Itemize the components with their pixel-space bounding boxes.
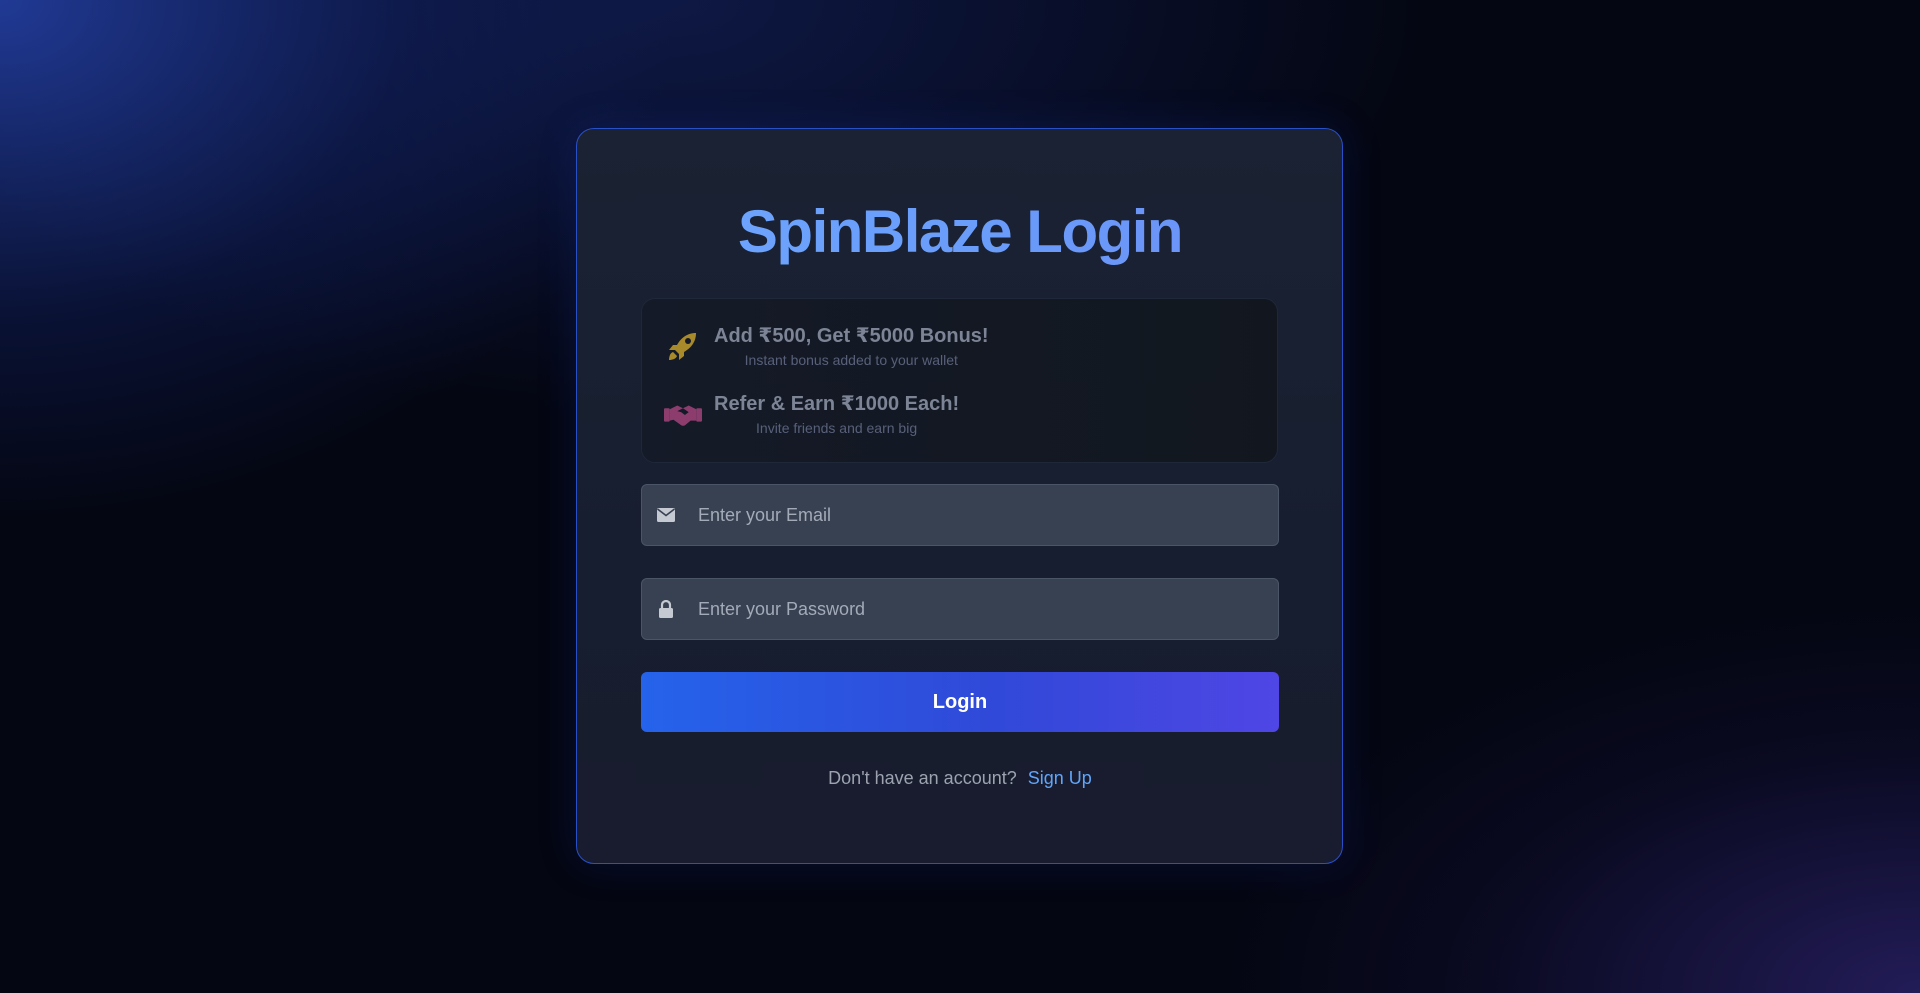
password-input[interactable] bbox=[677, 578, 1278, 640]
promo-item-referral: Refer & Earn ₹1000 Each! Invite friends … bbox=[664, 391, 959, 437]
promo-subtitle: Invite friends and earn big bbox=[756, 420, 918, 436]
promo-item-bonus: Add ₹500, Get ₹5000 Bonus! Instant bonus… bbox=[664, 323, 989, 369]
envelope-icon bbox=[655, 504, 677, 526]
handshake-icon bbox=[664, 395, 702, 433]
email-input[interactable] bbox=[677, 484, 1278, 546]
promo-title: Refer & Earn ₹1000 Each! bbox=[714, 393, 960, 415]
email-field-wrapper[interactable] bbox=[641, 484, 1279, 546]
signup-row: Don't have an account? Sign Up bbox=[0, 766, 1920, 790]
promo-text: Add ₹500, Get ₹5000 Bonus! Instant bonus… bbox=[714, 323, 989, 369]
signup-prompt: Don't have an account? bbox=[828, 768, 1017, 788]
promo-text: Refer & Earn ₹1000 Each! Invite friends … bbox=[714, 391, 959, 437]
page-title: SpinBlaze Login bbox=[0, 196, 1920, 268]
signup-link[interactable]: Sign Up bbox=[1028, 768, 1092, 788]
lock-icon bbox=[655, 598, 677, 620]
rocket-icon bbox=[664, 327, 702, 365]
login-button[interactable]: Login bbox=[641, 672, 1279, 732]
password-field-wrapper[interactable] bbox=[641, 578, 1279, 640]
promo-title: Add ₹500, Get ₹5000 Bonus! bbox=[714, 325, 989, 347]
promo-subtitle: Instant bonus added to your wallet bbox=[744, 352, 958, 368]
